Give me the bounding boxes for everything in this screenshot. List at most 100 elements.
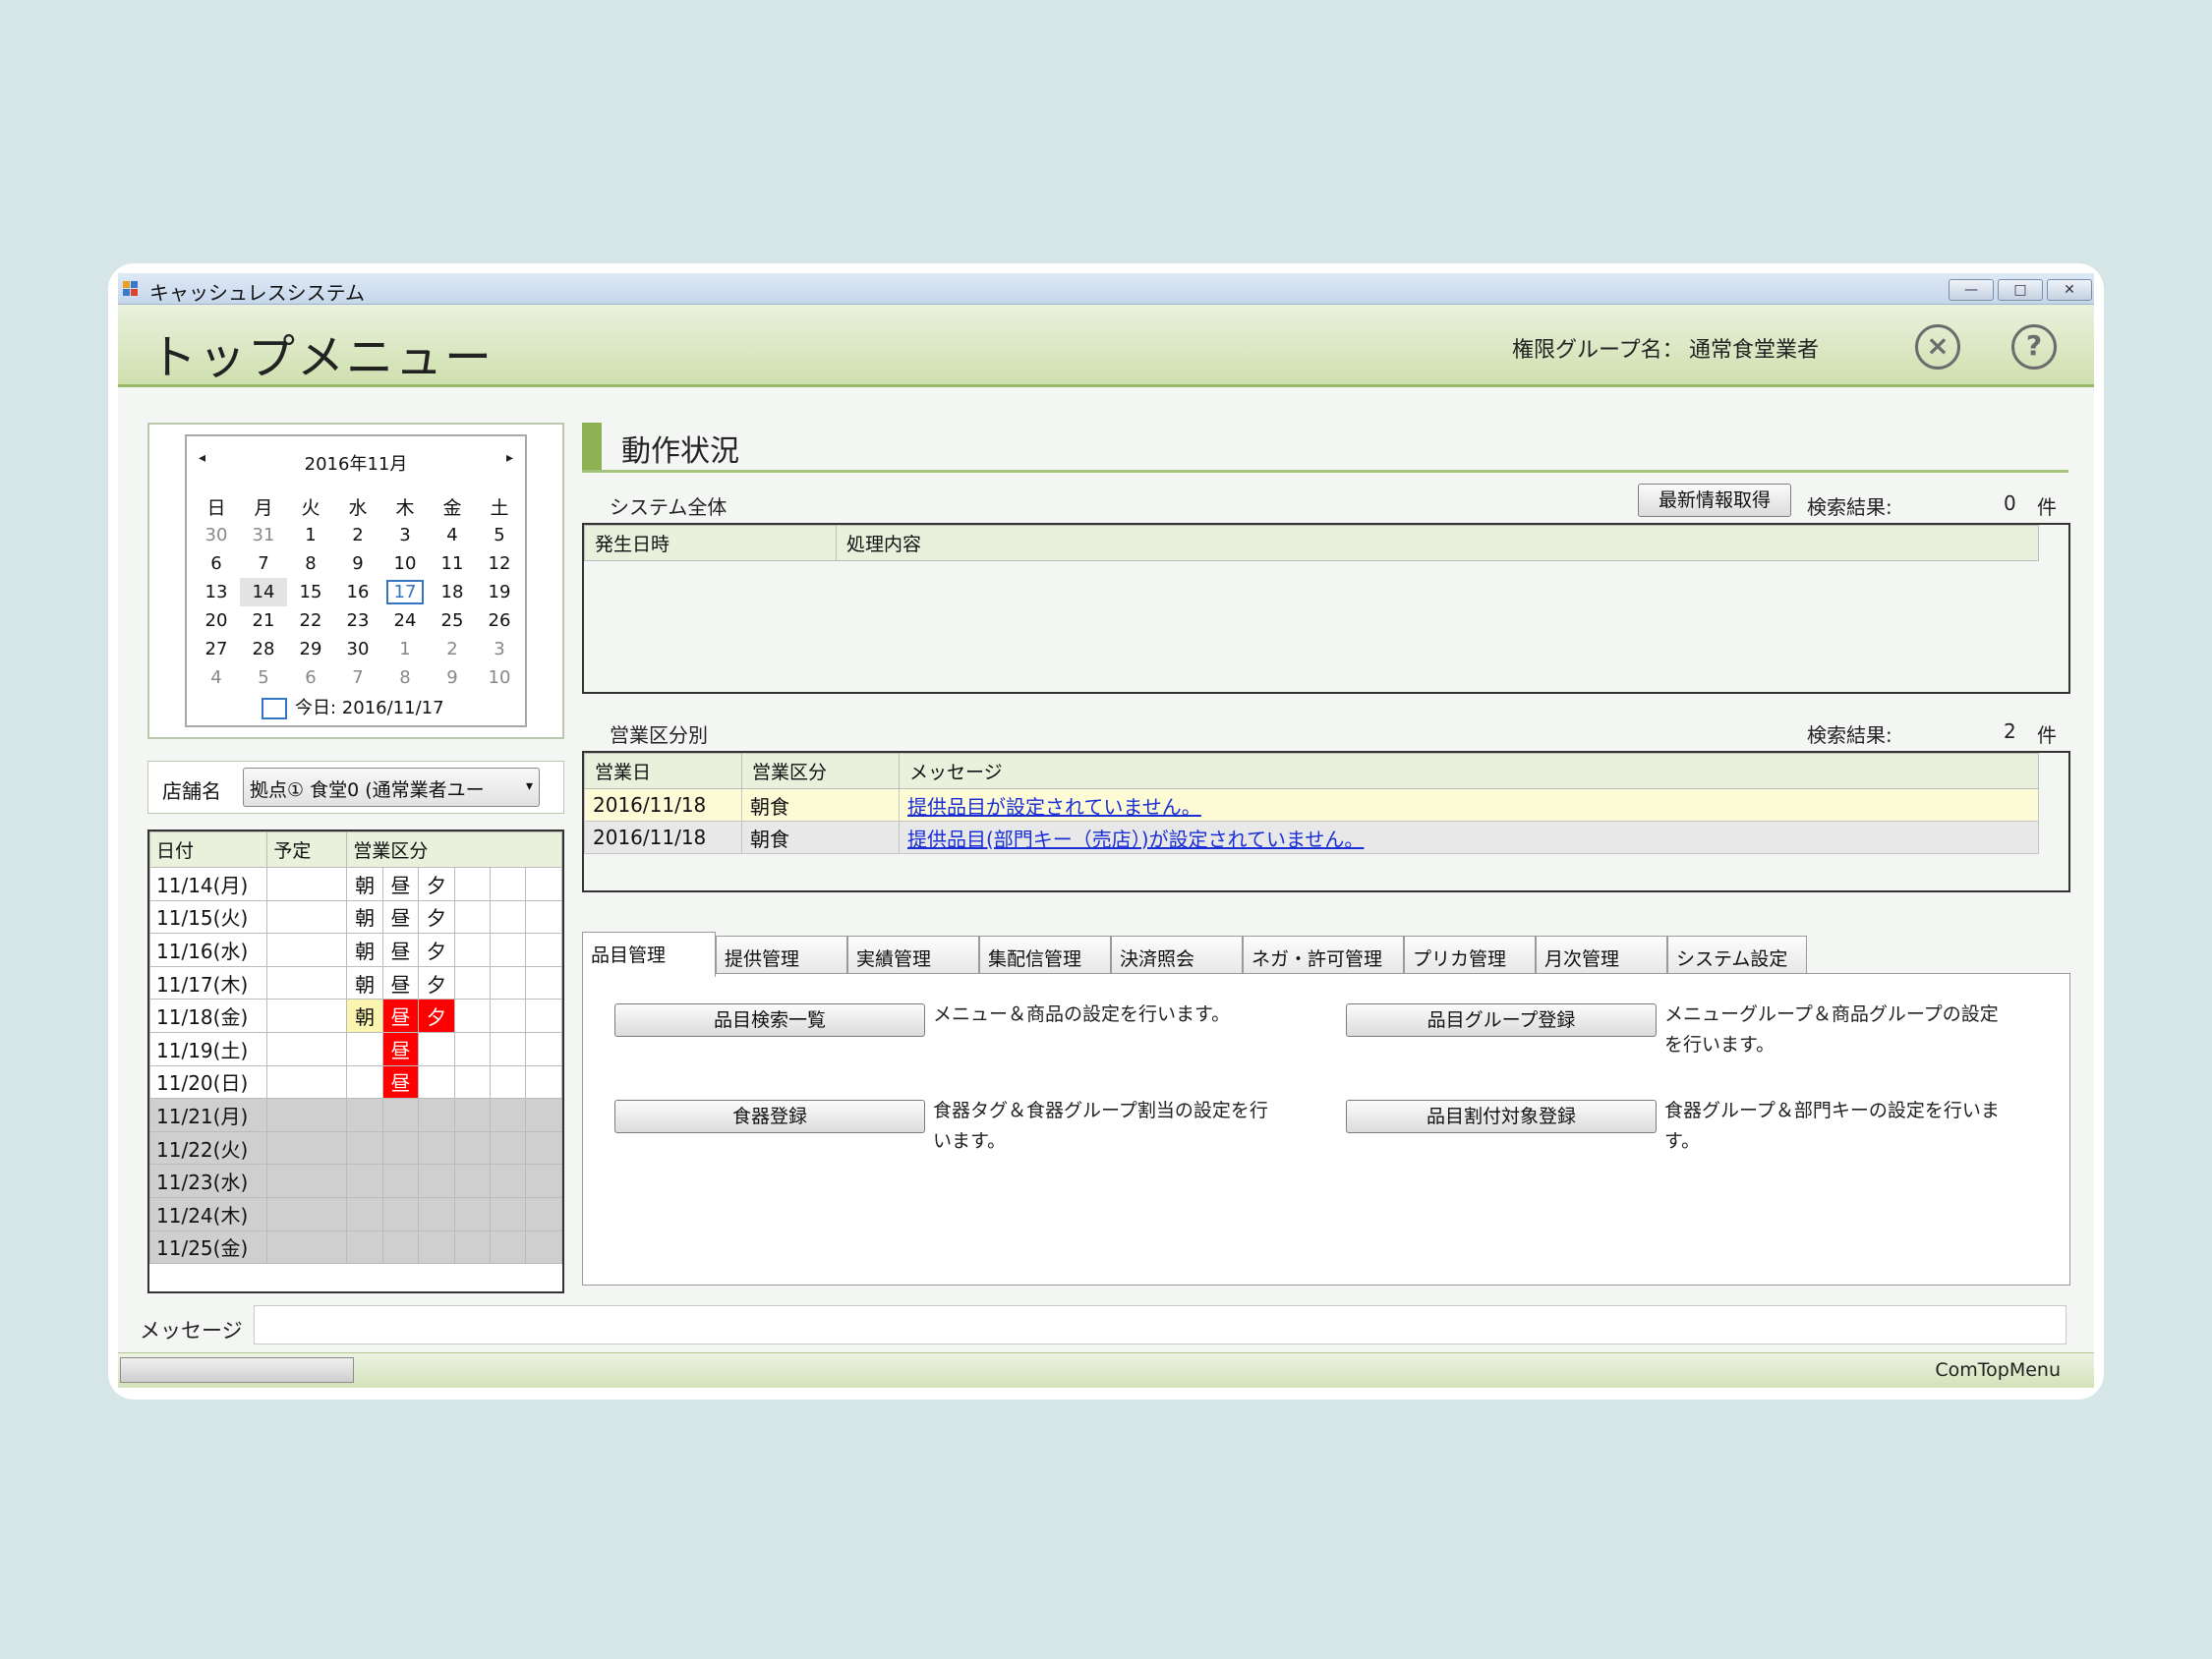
tableware-button[interactable]: 食器登録 [614, 1100, 925, 1133]
close-window-button[interactable]: ✕ [2047, 279, 2092, 301]
slot-noon[interactable]: 昼 [381, 867, 420, 901]
slot-noon-alert[interactable]: 昼 [381, 1031, 420, 1066]
close-icon[interactable]: × [1915, 324, 1960, 370]
slot-evening[interactable] [418, 1064, 455, 1100]
business-message-link[interactable]: 提供品目が設定されていません。 [907, 795, 1201, 819]
month-calendar[interactable]: ◂ 2016年11月 ▸ 日 月 火 水 木 金 土 30 31 1 2 3 4… [185, 434, 527, 727]
calendar-day[interactable]: 1 [287, 521, 334, 549]
slot-morning[interactable] [346, 1031, 383, 1066]
slot-morning[interactable]: 朝 [346, 999, 383, 1033]
calendar-day[interactable]: 4 [429, 521, 476, 549]
calendar-day[interactable]: 12 [476, 549, 523, 578]
calendar-day-highlighted[interactable]: 14 [240, 578, 287, 606]
slot-evening[interactable]: 夕 [418, 867, 455, 901]
calendar-day[interactable]: 6 [193, 549, 240, 578]
table-row[interactable]: 2016/11/18 朝食 提供品目が設定されていません。 [584, 788, 2039, 822]
refresh-button[interactable]: 最新情報取得 [1638, 484, 1791, 517]
slot-morning[interactable]: 朝 [346, 933, 383, 967]
slot-morning[interactable] [346, 1064, 383, 1100]
tab-system-settings[interactable]: システム設定 [1667, 936, 1807, 975]
slot-noon[interactable]: 昼 [381, 965, 420, 1001]
calendar-day[interactable]: 4 [193, 663, 240, 692]
calendar-day[interactable]: 9 [429, 663, 476, 692]
item-group-button[interactable]: 品目グループ登録 [1346, 1003, 1657, 1037]
table-row[interactable]: 11/17(木) 朝 昼 夕 [149, 965, 562, 1001]
tab-prepaid-management[interactable]: プリカ管理 [1404, 936, 1536, 975]
table-row[interactable]: 11/15(火) 朝 昼 夕 [149, 899, 562, 935]
table-row[interactable]: 11/14(月) 朝 昼 夕 [149, 867, 562, 901]
slot-morning[interactable]: 朝 [346, 965, 383, 1001]
calendar-day[interactable]: 29 [287, 635, 334, 663]
tab-distribution-management[interactable]: 集配信管理 [979, 936, 1111, 975]
table-row[interactable]: 11/22(火) [149, 1130, 562, 1166]
calendar-day[interactable]: 2 [429, 635, 476, 663]
calendar-day[interactable]: 18 [429, 578, 476, 606]
calendar-day-today[interactable]: 17 [381, 578, 429, 606]
calendar-day[interactable]: 8 [287, 549, 334, 578]
item-search-button[interactable]: 品目検索一覧 [614, 1003, 925, 1037]
item-assign-button[interactable]: 品目割付対象登録 [1346, 1100, 1657, 1133]
maximize-button[interactable]: □ [1998, 279, 2043, 301]
calendar-day[interactable]: 30 [193, 521, 240, 549]
message-field[interactable] [254, 1305, 2066, 1344]
calendar-day[interactable]: 7 [240, 549, 287, 578]
calendar-day[interactable]: 10 [476, 663, 523, 692]
business-message-link[interactable]: 提供品目(部門キー（売店）)が設定されていません。 [907, 828, 1364, 851]
minimize-button[interactable]: — [1949, 279, 1994, 301]
table-row[interactable]: 2016/11/18 朝食 提供品目(部門キー（売店）)が設定されていません。 [584, 821, 2039, 854]
calendar-day[interactable]: 24 [381, 606, 429, 635]
calendar-day[interactable]: 8 [381, 663, 429, 692]
calendar-day[interactable]: 9 [334, 549, 381, 578]
tab-nega-permit[interactable]: ネガ・許可管理 [1243, 936, 1404, 975]
calendar-day[interactable]: 3 [476, 635, 523, 663]
slot-evening-alert[interactable]: 夕 [418, 999, 455, 1033]
table-row[interactable]: 11/19(土) 昼 [149, 1031, 562, 1066]
today-link[interactable]: 今日: 2016/11/17 [262, 694, 444, 719]
slot-noon[interactable]: 昼 [381, 933, 420, 967]
calendar-day[interactable]: 13 [193, 578, 240, 606]
store-select[interactable]: 拠点① 食堂0 (通常業者ユー ▾ [243, 768, 540, 807]
tab-item-management[interactable]: 品目管理 [582, 932, 716, 977]
calendar-day[interactable]: 30 [334, 635, 381, 663]
slot-morning[interactable]: 朝 [346, 899, 383, 935]
calendar-day[interactable]: 23 [334, 606, 381, 635]
calendar-day[interactable]: 15 [287, 578, 334, 606]
calendar-day[interactable]: 27 [193, 635, 240, 663]
calendar-day[interactable]: 11 [429, 549, 476, 578]
help-icon[interactable]: ? [2011, 324, 2057, 370]
calendar-day[interactable]: 25 [429, 606, 476, 635]
tab-offer-management[interactable]: 提供管理 [716, 936, 847, 975]
slot-morning[interactable]: 朝 [346, 867, 383, 901]
slot-evening[interactable]: 夕 [418, 933, 455, 967]
calendar-day[interactable]: 22 [287, 606, 334, 635]
calendar-day[interactable]: 26 [476, 606, 523, 635]
calendar-day[interactable]: 6 [287, 663, 334, 692]
calendar-day[interactable]: 5 [476, 521, 523, 549]
table-row[interactable]: 11/20(日) 昼 [149, 1064, 562, 1100]
slot-noon-alert[interactable]: 昼 [381, 1064, 420, 1100]
calendar-day[interactable]: 28 [240, 635, 287, 663]
calendar-day[interactable]: 7 [334, 663, 381, 692]
calendar-day[interactable]: 10 [381, 549, 429, 578]
slot-noon[interactable]: 昼 [381, 899, 420, 935]
table-row[interactable]: 11/24(木) [149, 1196, 562, 1231]
calendar-day[interactable]: 20 [193, 606, 240, 635]
calendar-day[interactable]: 19 [476, 578, 523, 606]
table-row[interactable]: 11/16(水) 朝 昼 夕 [149, 933, 562, 967]
slot-noon-alert[interactable]: 昼 [381, 999, 420, 1033]
slot-evening[interactable]: 夕 [418, 899, 455, 935]
next-month-icon[interactable]: ▸ [506, 450, 513, 466]
calendar-day[interactable]: 3 [381, 521, 429, 549]
calendar-day[interactable]: 5 [240, 663, 287, 692]
slot-evening[interactable] [418, 1031, 455, 1066]
table-row[interactable]: 11/23(水) [149, 1164, 562, 1198]
table-row[interactable]: 11/18(金) 朝 昼 夕 [149, 999, 562, 1033]
tab-payment-inquiry[interactable]: 決済照会 [1111, 936, 1243, 975]
table-row[interactable]: 11/25(金) [149, 1230, 562, 1265]
calendar-day[interactable]: 16 [334, 578, 381, 606]
calendar-day[interactable]: 21 [240, 606, 287, 635]
slot-evening[interactable]: 夕 [418, 965, 455, 1001]
tab-monthly-management[interactable]: 月次管理 [1536, 936, 1667, 975]
calendar-day[interactable]: 31 [240, 521, 287, 549]
tab-results-management[interactable]: 実績管理 [847, 936, 979, 975]
